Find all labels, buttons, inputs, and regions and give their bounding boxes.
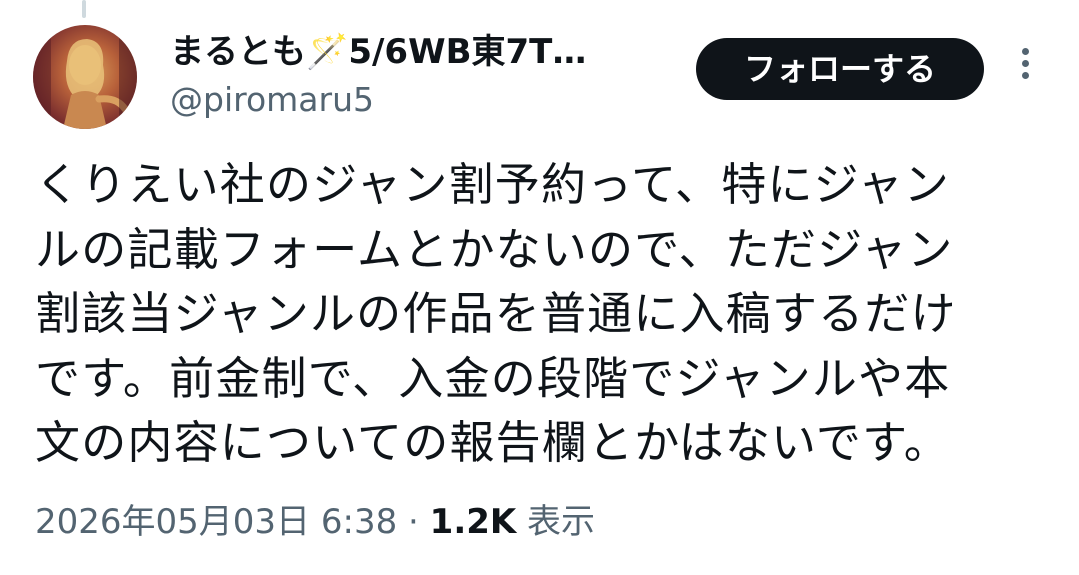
tweet-timestamp[interactable]: 2026年05月03日 6:38 [35, 502, 397, 542]
avatar[interactable] [33, 25, 137, 129]
more-dot [1021, 72, 1029, 79]
tweet-text-line: です。前金制で、入金の段階でジャンルや本 [35, 351, 951, 405]
tweet-text-line: ルの記載フォームとかないので、ただジャン [35, 222, 954, 276]
views-label: 表示 [516, 502, 596, 542]
views-count[interactable]: 1.2K [430, 502, 517, 542]
tweet-meta: 2026年05月03日 6:38 · 1.2K 表示 [35, 496, 595, 548]
tweet-text-line: 割該当ジャンルの作品を普通に入稿するだけ [35, 287, 957, 340]
avatar-image [33, 25, 137, 129]
more-dot [1021, 60, 1029, 67]
display-name[interactable]: まるとも🪄5/6WB東7T… [170, 28, 680, 76]
thread-connector-line [82, 0, 86, 18]
tweet-header: まるとも🪄5/6WB東7T… @piromaru5 [170, 28, 680, 122]
more-vertical-icon[interactable] [1014, 48, 1036, 92]
user-handle[interactable]: @piromaru5 [170, 78, 680, 122]
follow-button[interactable]: フォローする [696, 38, 984, 100]
tweet-body: くりえい社のジャン割予約って、特にジャン ルの記載フォームとかないので、ただジャ… [35, 153, 1045, 476]
meta-separator: · [397, 502, 430, 542]
tweet-text-line: 文の内容についての報告欄とかはないです。 [35, 416, 951, 469]
tweet-text-line: くりえい社のジャン割予約って、特にジャン [35, 158, 951, 211]
more-dot [1021, 48, 1029, 55]
